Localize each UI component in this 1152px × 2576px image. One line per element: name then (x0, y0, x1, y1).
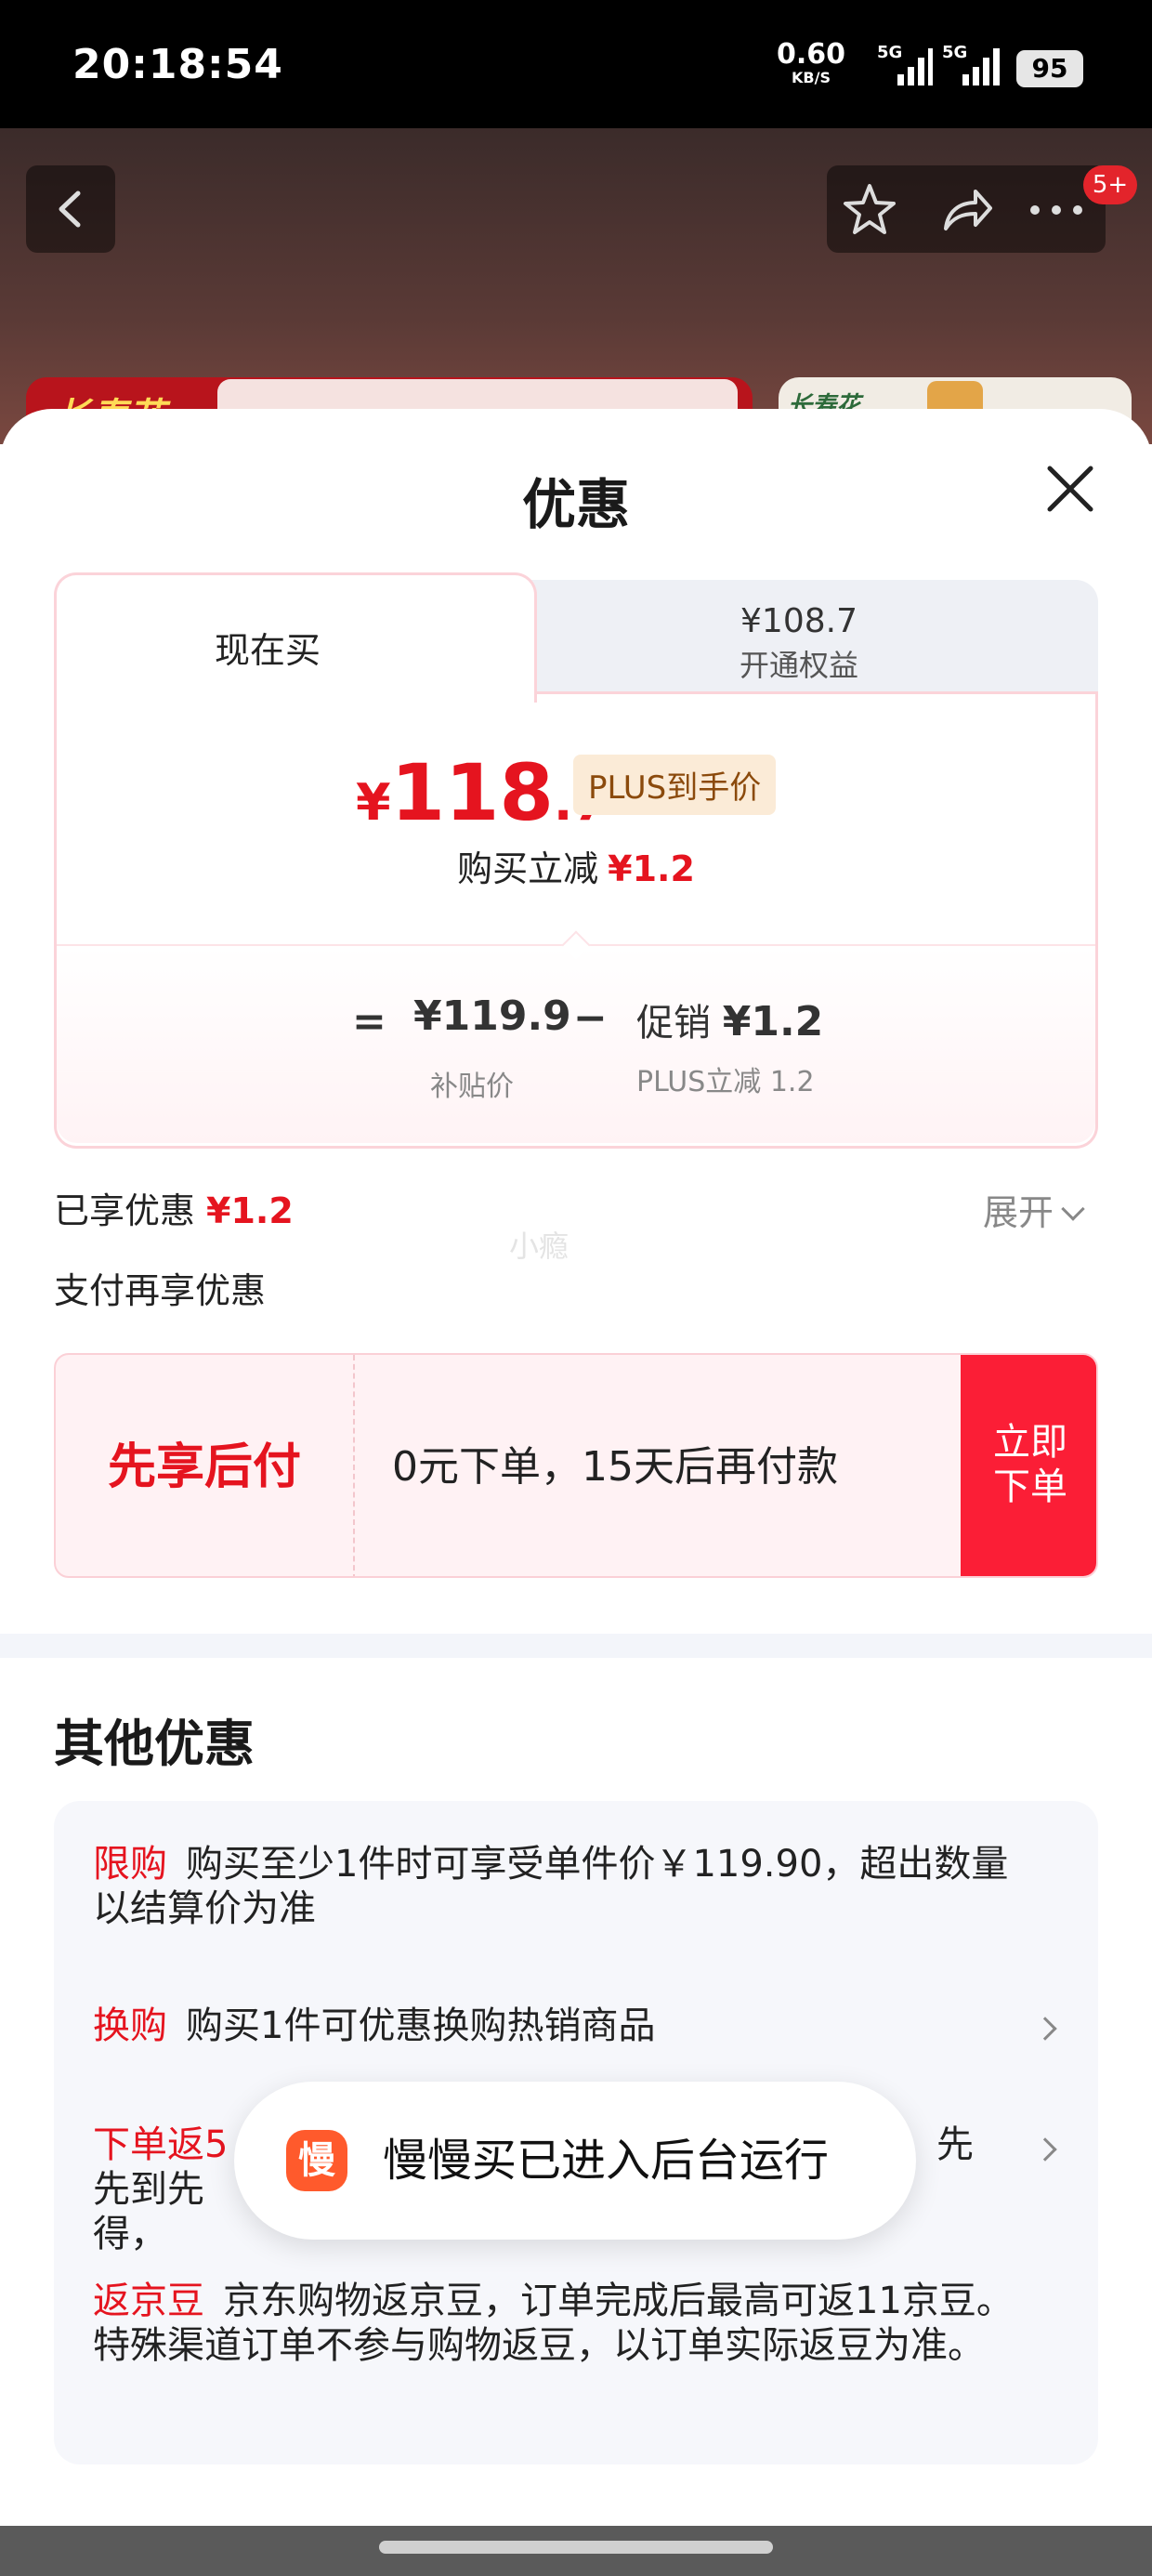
signal-5g-icon: 5G (942, 43, 1000, 85)
pay-later-description: 0元下单，15天后再付款 (392, 1443, 838, 1491)
deal-order-rebate[interactable]: 下单返5 先到先得， (93, 2123, 260, 2256)
other-deals-title: 其他优惠 (54, 1715, 255, 1773)
background-running-toast: 慢 慢慢买已进入后台运行 (234, 2082, 916, 2240)
chevron-right-icon (1033, 2137, 1057, 2162)
signal-5g-icon: 5G (877, 43, 933, 85)
battery-indicator: 95 (1016, 50, 1083, 87)
equals-sign: = (352, 998, 386, 1045)
tab-label: 现在买 (215, 630, 321, 671)
chevron-left-icon (59, 191, 81, 228)
top-right-toolbar (827, 165, 1106, 253)
section-divider (0, 1634, 1152, 1658)
share-icon[interactable] (936, 180, 996, 240)
plus-price-tag: PLUS到手价 (573, 755, 777, 815)
subsidy-price-label: 补贴价 (430, 1071, 514, 1103)
watermark: 小瘾 (509, 1229, 569, 1264)
tab-open-benefits[interactable]: ¥108.7 开通权益 (500, 580, 1098, 701)
promotion-discount-label: PLUS立减 1.2 (636, 1066, 815, 1098)
chevron-right-icon (1033, 2017, 1057, 2041)
more-icon[interactable] (1024, 180, 1089, 240)
chevron-down-icon (1061, 1197, 1085, 1221)
price-card: ¥108.7 开通权益 ¥118.7 PLUS到手价 购买立减¥1.2 = ¥1… (54, 572, 1098, 1149)
tab-label: 开通权益 (739, 648, 858, 683)
toast-text: 慢慢买已进入后台运行 (383, 2135, 830, 2187)
notification-badge: 5+ (1083, 165, 1137, 204)
enjoyed-discount: 已享优惠 ¥1.2 (54, 1190, 294, 1231)
svg-text:5G: 5G (877, 43, 902, 62)
price-card-body: ¥118.7 PLUS到手价 购买立减¥1.2 = ¥119.9 补贴价 − 促… (54, 691, 1098, 1149)
instant-reduction: 购买立减 ¥1.2 (457, 848, 695, 889)
pay-more-heading: 支付再享优惠 (54, 1270, 267, 1311)
star-icon[interactable] (840, 180, 899, 240)
status-time: 20:18:54 (72, 41, 283, 88)
pay-later-card[interactable]: 先享后付 0元下单，15天后再付款 立即下单 (54, 1353, 1098, 1578)
network-speed: 0.60 KB/S (777, 38, 846, 86)
close-icon[interactable] (1042, 461, 1098, 517)
promotion-discount: 促销 ¥1.2 (636, 998, 824, 1045)
price-breakdown (57, 944, 1095, 1143)
expand-button[interactable]: 展开 (983, 1184, 1085, 1235)
app-icon: 慢 (286, 2130, 347, 2191)
svg-text:5G: 5G (942, 43, 967, 62)
product-page-background: 5+ 长寿花 长寿花 (0, 128, 1152, 444)
deal-jd-beans: 返京豆 京东购物返京豆，订单完成后最高可返11京豆。特殊渠道订单不参与购物返豆，以… (93, 2280, 1014, 2367)
deal-purchase-limit: 限购 购买至少1件时可享受单件价￥119.90，超出数量以结算价为准 (93, 1843, 1009, 1930)
minus-sign: − (573, 994, 608, 1042)
pay-later-title: 先享后付 (107, 1439, 301, 1495)
dashed-divider (353, 1355, 355, 1576)
home-indicator[interactable] (379, 2541, 773, 2554)
tab-price: ¥108.7 (740, 602, 857, 640)
tab-buy-now[interactable]: 现在买 (54, 572, 537, 703)
card-border (537, 691, 1098, 694)
status-bar: 20:18:54 0.60 KB/S 5G 5G 95 (0, 0, 1152, 128)
back-button[interactable] (26, 165, 115, 253)
order-now-button[interactable]: 立即下单 (961, 1355, 1096, 1576)
deal-exchange[interactable]: 换购 购买1件可优惠换购热销商品 (93, 2004, 1022, 2048)
deal-order-rebate-tail: 先 (936, 2123, 974, 2166)
final-price: ¥118.7 (356, 747, 608, 838)
subsidy-price: ¥119.9 (413, 992, 571, 1040)
sheet-title: 优惠 (521, 473, 630, 536)
